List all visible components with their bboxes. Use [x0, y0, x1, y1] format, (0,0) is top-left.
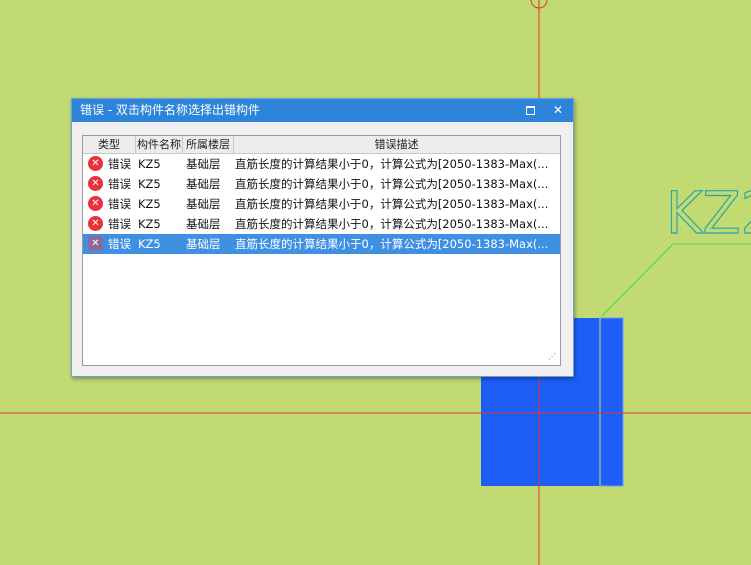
- column-label: KZ2: [666, 179, 751, 247]
- dialog-titlebar[interactable]: 错误 - 双击构件名称选择出错构件 ✕: [72, 99, 573, 122]
- dialog-title: 错误 - 双击构件名称选择出错构件: [80, 103, 260, 117]
- row-floor: 基础层: [186, 237, 221, 251]
- column-header-name[interactable]: 构件名称: [136, 136, 183, 153]
- table-row[interactable]: ✕ 错误 KZ5 基础层 直筋长度的计算结果小于0，计算公式为[2050-1383-Ma…: [83, 154, 560, 174]
- row-description: 直筋长度的计算结果小于0，计算公式为[2050-1383-Max(...: [235, 237, 549, 251]
- error-dialog: 错误 - 双击构件名称选择出错构件 ✕ 类型 构件名称 所属楼层 错误描述 ✕ 错…: [71, 98, 574, 377]
- row-type: 错误: [108, 217, 131, 231]
- column-header-type[interactable]: 类型: [83, 136, 136, 153]
- error-icon: ✕: [88, 216, 103, 231]
- row-type: 错误: [108, 157, 131, 171]
- row-type: 错误: [108, 197, 131, 211]
- table-row[interactable]: ✕ 错误 KZ5 基础层 直筋长度的计算结果小于0，计算公式为[2050-1383-Ma…: [83, 194, 560, 214]
- table-row[interactable]: ✕ 错误 KZ5 基础层 直筋长度的计算结果小于0，计算公式为[2050-1383-Ma…: [83, 214, 560, 234]
- error-icon: ✕: [88, 156, 103, 171]
- column-block-right[interactable]: [599, 317, 624, 487]
- maximize-icon: [525, 106, 535, 115]
- row-component-name[interactable]: KZ5: [138, 234, 182, 254]
- row-floor: 基础层: [186, 217, 221, 231]
- column-header-row: 类型 构件名称 所属楼层 错误描述: [83, 136, 560, 154]
- row-component-name[interactable]: KZ5: [138, 214, 182, 234]
- table-row[interactable]: ✕ 错误 KZ5 基础层 直筋长度的计算结果小于0，计算公式为[2050-1383-Ma…: [83, 174, 560, 194]
- row-description: 直筋长度的计算结果小于0，计算公式为[2050-1383-Max(...: [235, 157, 549, 171]
- row-description: 直筋长度的计算结果小于0，计算公式为[2050-1383-Max(...: [235, 177, 549, 191]
- row-description: 直筋长度的计算结果小于0，计算公式为[2050-1383-Max(...: [235, 197, 549, 211]
- row-floor: 基础层: [186, 197, 221, 211]
- error-icon: ✕: [88, 236, 103, 251]
- close-button[interactable]: ✕: [548, 101, 568, 120]
- column-header-floor[interactable]: 所属楼层: [183, 136, 234, 153]
- error-list[interactable]: 类型 构件名称 所属楼层 错误描述 ✕ 错误 KZ5 基础层 直筋长度的计算结果小于0，…: [82, 135, 561, 366]
- row-type: 错误: [108, 177, 131, 191]
- error-icon: ✕: [88, 176, 103, 191]
- row-component-name[interactable]: KZ5: [138, 194, 182, 214]
- row-floor: 基础层: [186, 177, 221, 191]
- row-description: 直筋长度的计算结果小于0，计算公式为[2050-1383-Max(...: [235, 217, 549, 231]
- column-header-desc[interactable]: 错误描述: [234, 136, 559, 153]
- maximize-button[interactable]: [520, 101, 540, 120]
- error-icon: ✕: [88, 196, 103, 211]
- row-component-name[interactable]: KZ5: [138, 154, 182, 174]
- resize-grip-icon[interactable]: ⋰: [548, 353, 558, 363]
- row-floor: 基础层: [186, 157, 221, 171]
- row-component-name[interactable]: KZ5: [138, 174, 182, 194]
- table-row[interactable]: ✕ 错误 KZ5 基础层 直筋长度的计算结果小于0，计算公式为[2050-1383-Ma…: [83, 234, 560, 254]
- row-type: 错误: [108, 237, 131, 251]
